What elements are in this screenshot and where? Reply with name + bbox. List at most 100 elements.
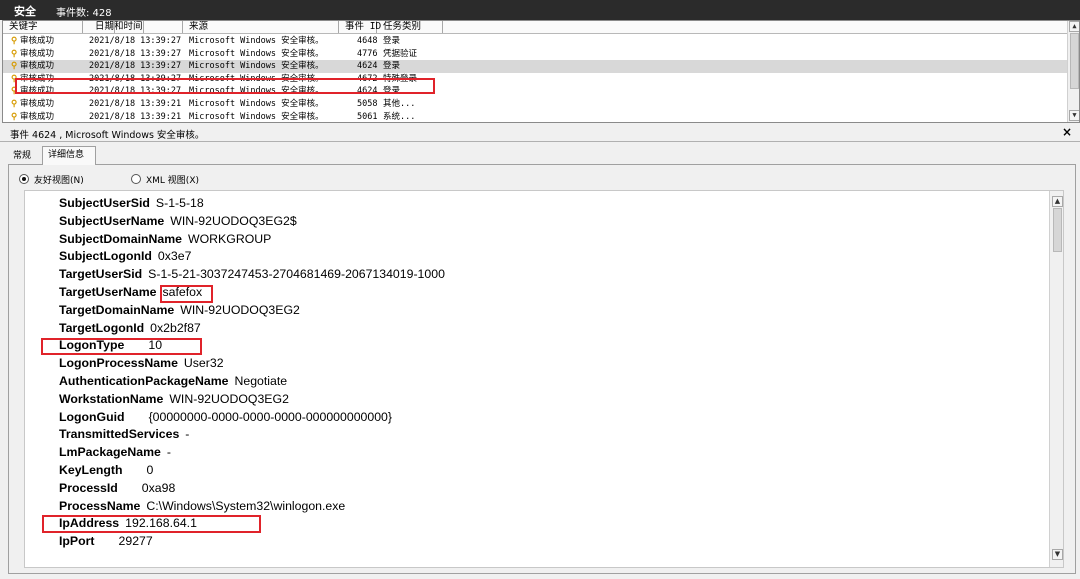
event-detail-title: 事件 4624 , Microsoft Windows 安全审核。: [10, 130, 205, 141]
field-value: 0x2b2f87: [150, 320, 201, 335]
field-value: {00000000-0000-0000-0000-000000000000}: [148, 409, 393, 424]
field-name: TargetUserName: [59, 285, 157, 299]
event-source: Microsoft Windows 安全审核。: [189, 48, 324, 59]
field-value: Negotiate: [234, 374, 288, 388]
event-source: Microsoft Windows 安全审核。: [189, 36, 324, 46]
column-source[interactable]: 来源: [183, 21, 339, 33]
field-value: 0xa98: [141, 480, 176, 495]
event-field: LogonProcessName User32: [59, 356, 224, 374]
field-value: S-1-5-21-3037247453-2704681469-206713401…: [148, 267, 445, 282]
sort-desc-icon: ▼: [103, 21, 115, 33]
event-datetime: 2021/8/18 13:39:27: [89, 61, 182, 72]
scroll-down-icon[interactable]: ▼: [1069, 110, 1079, 121]
key-icon: ⚲: [11, 48, 18, 59]
ip-address-highlight: [42, 515, 261, 533]
event-list-scrollbar[interactable]: ▲ ▼: [1067, 21, 1079, 122]
event-row[interactable]: ⚲ 审核成功 2021/8/18 13:39:27 Microsoft Windows…: [3, 35, 1067, 48]
event-id: 5058: [357, 99, 378, 109]
tab-details[interactable]: 详细信息: [42, 146, 96, 165]
field-name: ProcessId: [59, 480, 118, 495]
field-value: 0: [146, 463, 154, 477]
event-keyword: 审核成功: [20, 36, 55, 46]
event-keyword-cell: ⚲ 审核成功: [11, 35, 54, 48]
xml-view-label: XML 视图(X): [146, 176, 199, 186]
event-id: 5061: [357, 111, 378, 122]
field-value: WIN-92UODOQ3EG2: [180, 302, 300, 317]
field-value: -: [166, 445, 171, 460]
event-id: 4776: [357, 48, 378, 59]
field-name: TargetUserSid: [59, 267, 143, 282]
scroll-up-icon[interactable]: ▲: [1069, 21, 1079, 32]
column-datetime[interactable]: 日期和时间 ▼: [83, 21, 183, 33]
event-field: AuthenticationPackageName Negotiate: [59, 374, 287, 392]
friendly-view-content: SubjectUserSid S-1-5-18 SubjectUserName WIN…: [24, 190, 1064, 568]
field-value: WORKGROUP: [188, 231, 272, 246]
friendly-view-label: 友好视图(N): [34, 176, 84, 186]
event-field: SubjectUserName WIN-92UODOQ3EG2$: [59, 214, 297, 232]
scroll-up-icon[interactable]: ▲: [1052, 196, 1063, 207]
field-name: TransmittedServices: [59, 427, 180, 442]
event-keyword-cell: ⚲ 审核成功: [11, 111, 55, 122]
event-id: 4624: [357, 61, 378, 72]
event-category: 凭据验证: [383, 48, 418, 59]
scroll-down-icon[interactable]: ▼: [1052, 549, 1063, 560]
field-value: -: [185, 427, 190, 442]
close-icon[interactable]: ×: [1062, 125, 1072, 139]
event-keyword: 审核成功: [20, 48, 55, 59]
event-list-header: 关键字 日期和时间 ▼ 来源 事件 ID 任务类别: [3, 21, 1067, 34]
friendly-view-radio[interactable]: 友好视图(N): [19, 173, 84, 186]
key-icon: ⚲: [11, 99, 18, 109]
event-row[interactable]: ⚲ 审核成功 2021/8/18 13:39:27 Microsoft Windows…: [3, 48, 1067, 61]
field-value: 0x3e7: [157, 249, 192, 264]
event-field: WorkstationName WIN-92UODOQ3EG2: [59, 392, 289, 410]
logon-type-highlight: [41, 338, 202, 355]
event-row[interactable]: ⚲ 审核成功 2021/8/18 13:39:21 Microsoft Windows…: [3, 111, 1067, 122]
event-category: 登录: [383, 36, 401, 46]
event-source: Microsoft Windows 安全审核。: [189, 111, 324, 122]
event-id: 4648: [357, 36, 378, 46]
field-name: ProcessName: [59, 498, 141, 513]
event-category: 其他...: [383, 99, 416, 109]
field-name: SubjectLogonId: [59, 249, 152, 264]
event-field: KeyLength 0: [59, 463, 153, 481]
key-icon: ⚲: [11, 61, 18, 72]
radio-unchecked-icon: [131, 174, 141, 184]
scroll-thumb[interactable]: [1070, 33, 1079, 89]
key-icon: ⚲: [11, 111, 18, 122]
field-value: WIN-92UODOQ3EG2: [169, 391, 289, 406]
event-datetime: 2021/8/18 13:39:27: [89, 36, 182, 46]
field-name: SubjectUserName: [59, 213, 165, 228]
selected-row-highlight: [15, 78, 435, 94]
field-name: LogonGuid: [59, 409, 125, 424]
event-keyword: 审核成功: [20, 99, 55, 109]
event-category: 系统...: [383, 111, 416, 122]
column-category[interactable]: 任务类别: [377, 21, 443, 33]
title-bar: 安全 事件数: 428: [0, 0, 1080, 20]
event-field: SubjectLogonId 0x3e7: [59, 249, 191, 267]
event-field: LmPackageName -: [59, 445, 171, 463]
xml-view-radio[interactable]: XML 视图(X): [131, 173, 199, 186]
event-category: 登录: [383, 61, 401, 72]
column-event-id[interactable]: 事件 ID: [339, 21, 381, 33]
scroll-thumb[interactable]: [1053, 208, 1062, 252]
field-name: WorkstationName: [59, 391, 164, 406]
event-field: ProcessName C:\Windows\System32\winlogon.…: [59, 499, 345, 517]
event-field: SubjectDomainName WORKGROUP: [59, 232, 271, 250]
event-field: TargetDomainName WIN-92UODOQ3EG2: [59, 303, 300, 321]
field-name: LogonProcessName: [59, 356, 178, 371]
column-keyword[interactable]: 关键字: [3, 21, 83, 33]
event-count: 事件数: 428: [56, 8, 112, 19]
event-datetime: 2021/8/18 13:39:21: [89, 111, 182, 122]
event-source: Microsoft Windows 安全审核。: [189, 61, 324, 72]
event-keyword: 审核成功: [20, 111, 55, 122]
tab-general[interactable]: 常规: [8, 148, 40, 165]
key-icon: ⚲: [11, 36, 18, 46]
event-row[interactable]: ⚲ 审核成功 2021/8/18 13:39:21 Microsoft Windows…: [3, 98, 1067, 111]
detail-scrollbar[interactable]: ▲ ▼: [1049, 191, 1063, 567]
event-keyword-cell: ⚲ 审核成功: [11, 98, 54, 111]
event-row[interactable]: ⚲ 审核成功 2021/8/18 13:39:27 Microsoft Windows…: [3, 60, 1067, 73]
event-list[interactable]: 关键字 日期和时间 ▼ 来源 事件 ID 任务类别 ⚲ 审核成功 2021/8/18 …: [2, 20, 1080, 123]
field-name: SubjectDomainName: [59, 231, 182, 246]
radio-checked-icon: [19, 174, 29, 184]
field-value: C:\Windows\System32\winlogon.exe: [146, 498, 346, 513]
